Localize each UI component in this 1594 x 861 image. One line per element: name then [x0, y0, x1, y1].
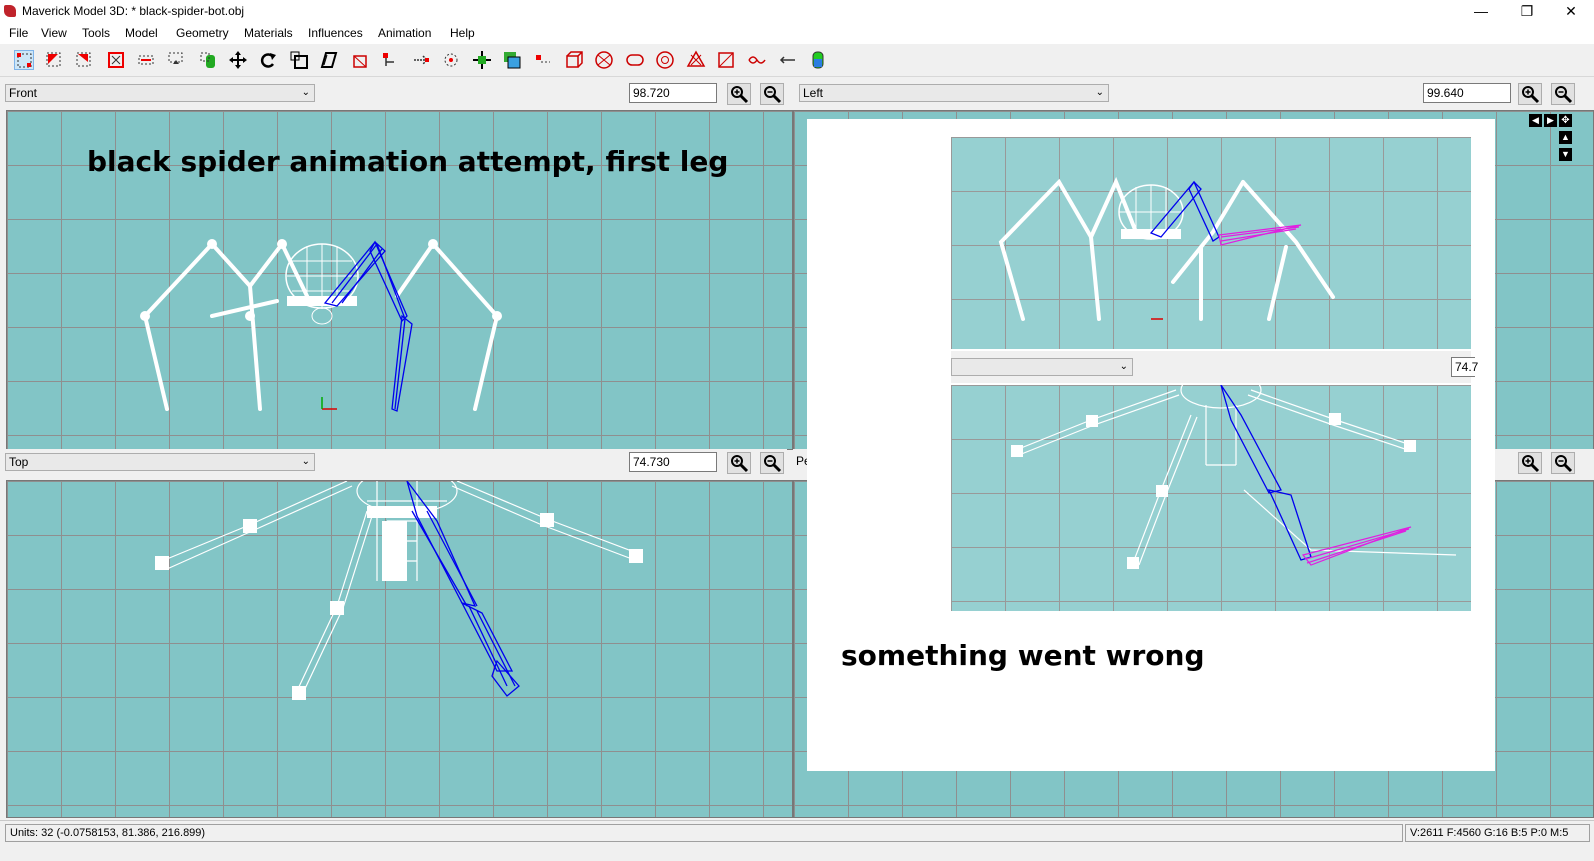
rotate-icon[interactable] [258, 50, 278, 70]
chevron-down-icon: ⌄ [1119, 361, 1128, 372]
top-spider-wireframe [155, 481, 643, 700]
overlay-caption: something went wrong [841, 639, 1205, 672]
create-cube-icon[interactable] [563, 50, 583, 70]
menu-influences[interactable]: Influences [308, 26, 363, 40]
chevron-down-icon: ⌄ [301, 456, 310, 467]
pan-up-icon[interactable]: ▲ [1559, 131, 1572, 144]
top-zoom-in-button[interactable] [727, 452, 751, 474]
select-faces-icon[interactable] [44, 50, 64, 70]
select-bones-icon[interactable] [136, 50, 156, 70]
create-torus-icon[interactable] [655, 50, 675, 70]
top-zoom-input[interactable]: 74.730 [629, 452, 717, 472]
paint-texture-icon[interactable] [808, 50, 828, 70]
menu-help[interactable]: Help [450, 26, 475, 40]
left-zoom-input[interactable]: 99.640 [1423, 83, 1511, 103]
overlay-top-wireframe [1011, 385, 1457, 569]
select-vertices-icon[interactable] [14, 50, 34, 70]
pan-left-icon[interactable]: ◀ [1529, 114, 1542, 127]
menu-view[interactable]: View [41, 26, 67, 40]
left-view-label: Left [803, 86, 824, 100]
projection-icon[interactable] [778, 50, 798, 70]
persp-zoom-in-button[interactable] [1518, 452, 1542, 474]
app-logo-icon [4, 5, 16, 17]
select-points-icon[interactable] [166, 50, 186, 70]
front-zoom-in-button[interactable] [727, 83, 751, 105]
comparison-overlay-image: ⌄ 74.7 something went wrong [807, 119, 1495, 771]
menu-tools[interactable]: Tools [82, 26, 110, 40]
front-view-label: Front [9, 86, 38, 100]
maximize-button[interactable]: ❐ [1504, 0, 1550, 24]
top-viewport[interactable] [6, 480, 793, 818]
overlay-viewbar: ⌄ 74.7 [951, 351, 1478, 383]
select-faces-rect-icon[interactable] [350, 50, 370, 70]
overlay-front-wireframe [998, 176, 1335, 321]
front-zoom-out-button[interactable] [760, 83, 784, 105]
left-zoom-in-button[interactable] [1518, 83, 1542, 105]
shear-icon[interactable] [319, 50, 339, 70]
main-caption: black spider animation attempt, first le… [87, 145, 729, 178]
title-bar: Maverick Model 3D: * black-spider-bot.ob… [0, 0, 1594, 24]
window-title: Maverick Model 3D: * black-spider-bot.ob… [22, 4, 245, 18]
front-view-select[interactable]: Front ⌄ [5, 84, 315, 102]
chevron-down-icon: ⌄ [1095, 87, 1104, 98]
menu-model[interactable]: Model [125, 26, 158, 40]
create-vertex-icon[interactable] [411, 50, 431, 70]
chevron-down-icon: ⌄ [301, 87, 310, 98]
left-viewbar: Left ⌄ 99.640 [793, 80, 1594, 108]
overlay-zoom-value: 74.7 [1451, 357, 1478, 377]
select-groups-icon[interactable] [106, 50, 126, 70]
create-polygon-icon[interactable] [686, 50, 706, 70]
select-projection-icon[interactable] [198, 50, 218, 70]
pan-right-icon[interactable]: ▶ [1544, 114, 1557, 127]
close-button[interactable]: ✕ [1548, 0, 1594, 24]
front-zoom-input[interactable]: 98.720 [629, 83, 717, 103]
create-rect-icon[interactable] [502, 50, 522, 70]
create-point-icon[interactable] [441, 50, 461, 70]
scale-icon[interactable] [289, 50, 309, 70]
top-view-select[interactable]: Top ⌄ [5, 453, 315, 471]
top-zoom-out-button[interactable] [760, 452, 784, 474]
menu-geometry[interactable]: Geometry [176, 26, 229, 40]
move-icon[interactable] [228, 50, 248, 70]
persp-zoom-out-button[interactable] [1551, 452, 1575, 474]
background-image-icon[interactable] [747, 50, 767, 70]
menu-bar: File View Tools Model Geometry Materials… [0, 24, 1594, 44]
menu-animation[interactable]: Animation [378, 26, 431, 40]
pan-all-icon[interactable]: ✥ [1559, 114, 1572, 127]
left-view-select[interactable]: Left ⌄ [799, 84, 1109, 102]
top-view-label: Top [9, 455, 29, 469]
status-units: Units: 32 (-0.0758153, 81.386, 216.899) [5, 824, 1403, 842]
front-viewbar: Front ⌄ 98.720 [0, 80, 787, 108]
left-zoom-out-button[interactable] [1551, 83, 1575, 105]
overlay-front-view [951, 137, 1471, 349]
create-ellipsoid-icon[interactable] [594, 50, 614, 70]
create-cylinder-icon[interactable] [625, 50, 645, 70]
create-bone-icon[interactable] [472, 50, 492, 70]
menu-materials[interactable]: Materials [244, 26, 293, 40]
status-counts: V:2611 F:4560 G:16 B:5 P:0 M:5 [1405, 824, 1590, 842]
menu-file[interactable]: File [9, 26, 28, 40]
create-plane-icon[interactable] [716, 50, 736, 70]
overlay-view-select: ⌄ [951, 358, 1133, 376]
create-joint-icon[interactable] [533, 50, 553, 70]
front-viewport[interactable]: black spider animation attempt, first le… [6, 110, 793, 450]
select-connected-icon[interactable] [74, 50, 94, 70]
attach-vertex-icon[interactable] [380, 50, 400, 70]
top-viewbar: Top ⌄ 74.730 [0, 449, 787, 477]
pan-down-icon[interactable]: ▼ [1559, 148, 1572, 161]
status-bar: Units: 32 (-0.0758153, 81.386, 216.899) … [0, 820, 1594, 861]
overlay-top-view [951, 385, 1471, 611]
minimize-button[interactable]: — [1458, 0, 1504, 24]
toolbar [0, 44, 1594, 77]
